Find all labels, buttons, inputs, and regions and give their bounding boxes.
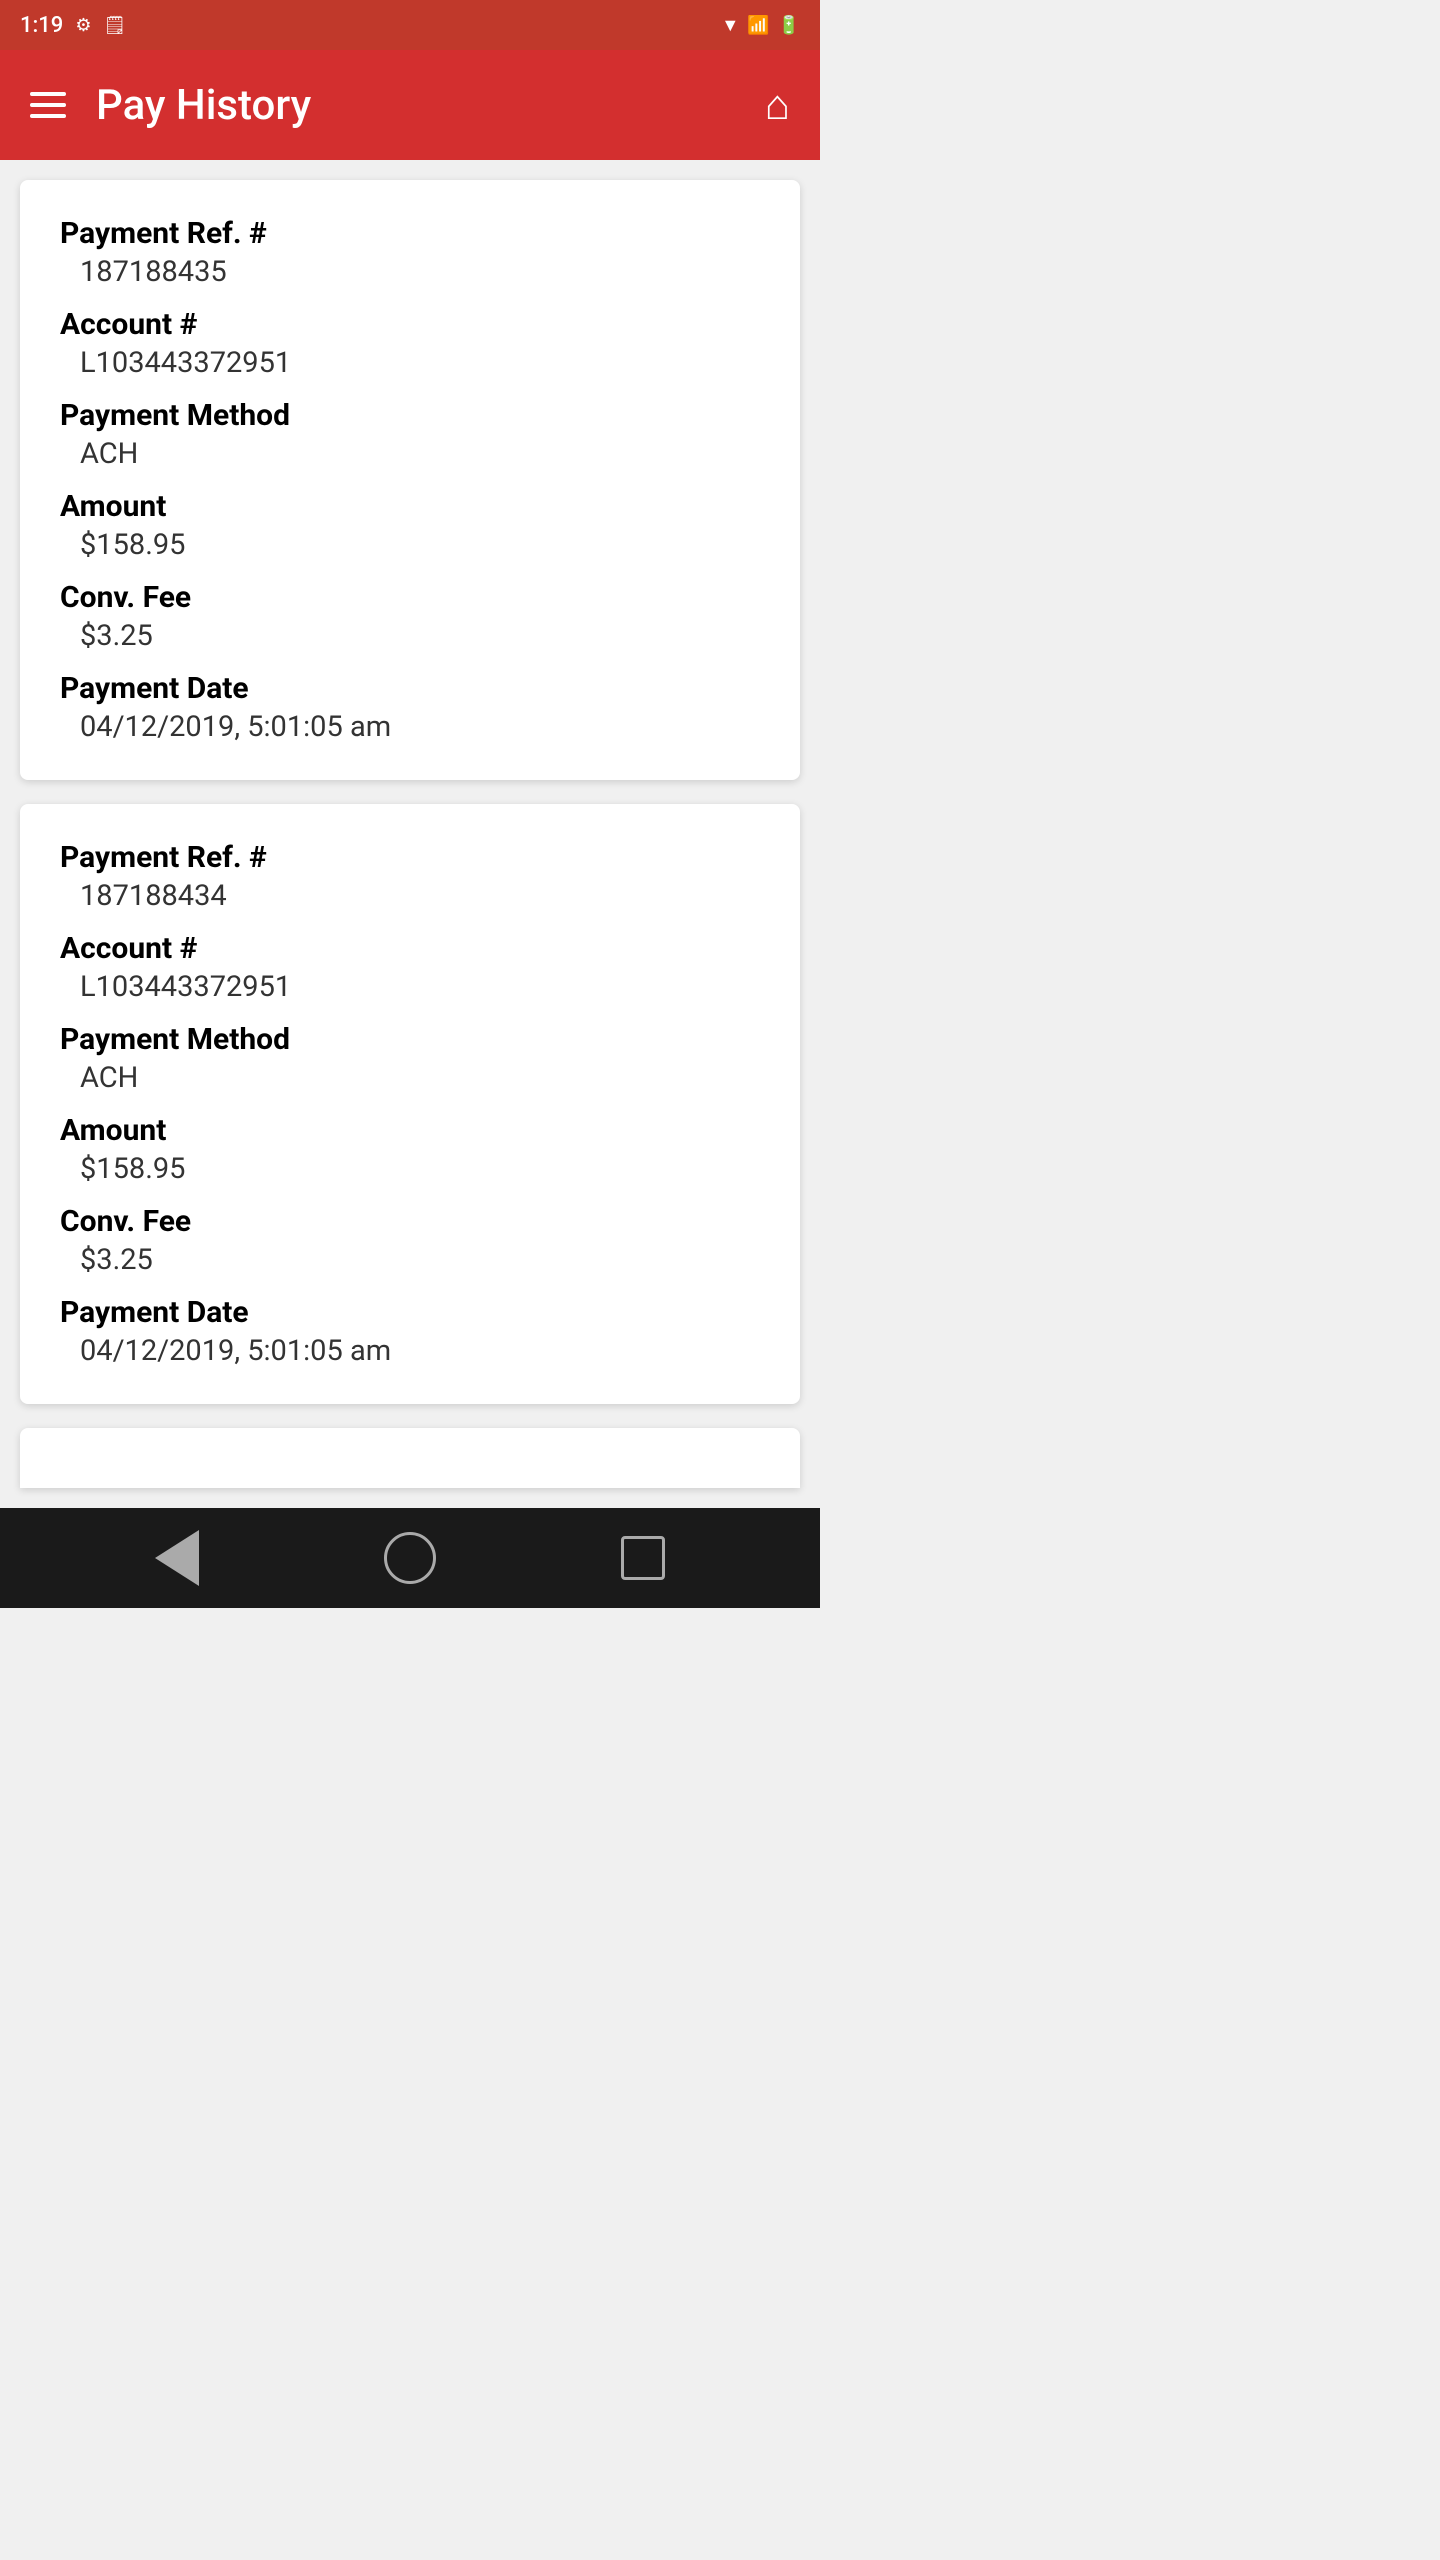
back-button[interactable] [147, 1528, 207, 1588]
payment-ref-value-1: 187188435 [80, 255, 760, 289]
payment-method-value-2: ACH [80, 1061, 760, 1095]
amount-label-2: Amount [60, 1113, 760, 1148]
hamburger-line-2 [30, 103, 66, 107]
conv-fee-value-2: $3.25 [80, 1243, 760, 1277]
payment-card-2: Payment Ref. # 187188434 Account # L1034… [20, 804, 800, 1404]
signal-icon: 📶 [747, 15, 769, 36]
wifi-icon: ▼ [721, 15, 739, 36]
conv-fee-value-1: $3.25 [80, 619, 760, 653]
conv-fee-label-2: Conv. Fee [60, 1204, 760, 1239]
payment-method-label-1: Payment Method [60, 398, 760, 433]
hamburger-line-3 [30, 114, 66, 118]
home-nav-button[interactable] [380, 1528, 440, 1588]
page-title: Pay History [96, 81, 765, 130]
hamburger-line-1 [30, 92, 66, 96]
settings-status-icon: ⚙ [75, 15, 91, 36]
payment-ref-label-2: Payment Ref. # [60, 840, 760, 875]
back-icon [155, 1530, 199, 1586]
amount-label-1: Amount [60, 489, 760, 524]
battery-icon: 🔋 [778, 15, 800, 36]
status-bar-left: 1:19 ⚙ 🗒 [20, 13, 126, 38]
amount-value-2: $158.95 [80, 1152, 760, 1186]
payment-date-label-1: Payment Date [60, 671, 760, 706]
clipboard-status-icon: 🗒 [103, 15, 126, 36]
payment-method-label-2: Payment Method [60, 1022, 760, 1057]
app-bar: Pay History ⌂ [0, 50, 820, 160]
payment-date-label-2: Payment Date [60, 1295, 760, 1330]
home-button[interactable]: ⌂ [765, 81, 790, 130]
recent-apps-icon [621, 1536, 665, 1580]
bottom-navigation [0, 1508, 820, 1608]
conv-fee-label-1: Conv. Fee [60, 580, 760, 615]
payment-method-value-1: ACH [80, 437, 760, 471]
recent-apps-button[interactable] [613, 1528, 673, 1588]
time-display: 1:19 [20, 13, 63, 38]
payment-date-value-2: 04/12/2019, 5:01:05 am [80, 1334, 760, 1368]
payment-card-3-partial [20, 1428, 800, 1488]
status-bar: 1:19 ⚙ 🗒 ▼ 📶 🔋 [0, 0, 820, 50]
payment-date-value-1: 04/12/2019, 5:01:05 am [80, 710, 760, 744]
payment-card-1: Payment Ref. # 187188435 Account # L1034… [20, 180, 800, 780]
account-value-1: L103443372951 [80, 346, 760, 380]
account-label-2: Account # [60, 931, 760, 966]
account-value-2: L103443372951 [80, 970, 760, 1004]
payment-ref-value-2: 187188434 [80, 879, 760, 913]
home-nav-icon [384, 1532, 436, 1584]
payment-ref-label-1: Payment Ref. # [60, 216, 760, 251]
status-bar-right: ▼ 📶 🔋 [721, 15, 800, 36]
main-content: Payment Ref. # 187188435 Account # L1034… [0, 160, 820, 1508]
account-label-1: Account # [60, 307, 760, 342]
menu-button[interactable] [30, 92, 66, 118]
amount-value-1: $158.95 [80, 528, 760, 562]
